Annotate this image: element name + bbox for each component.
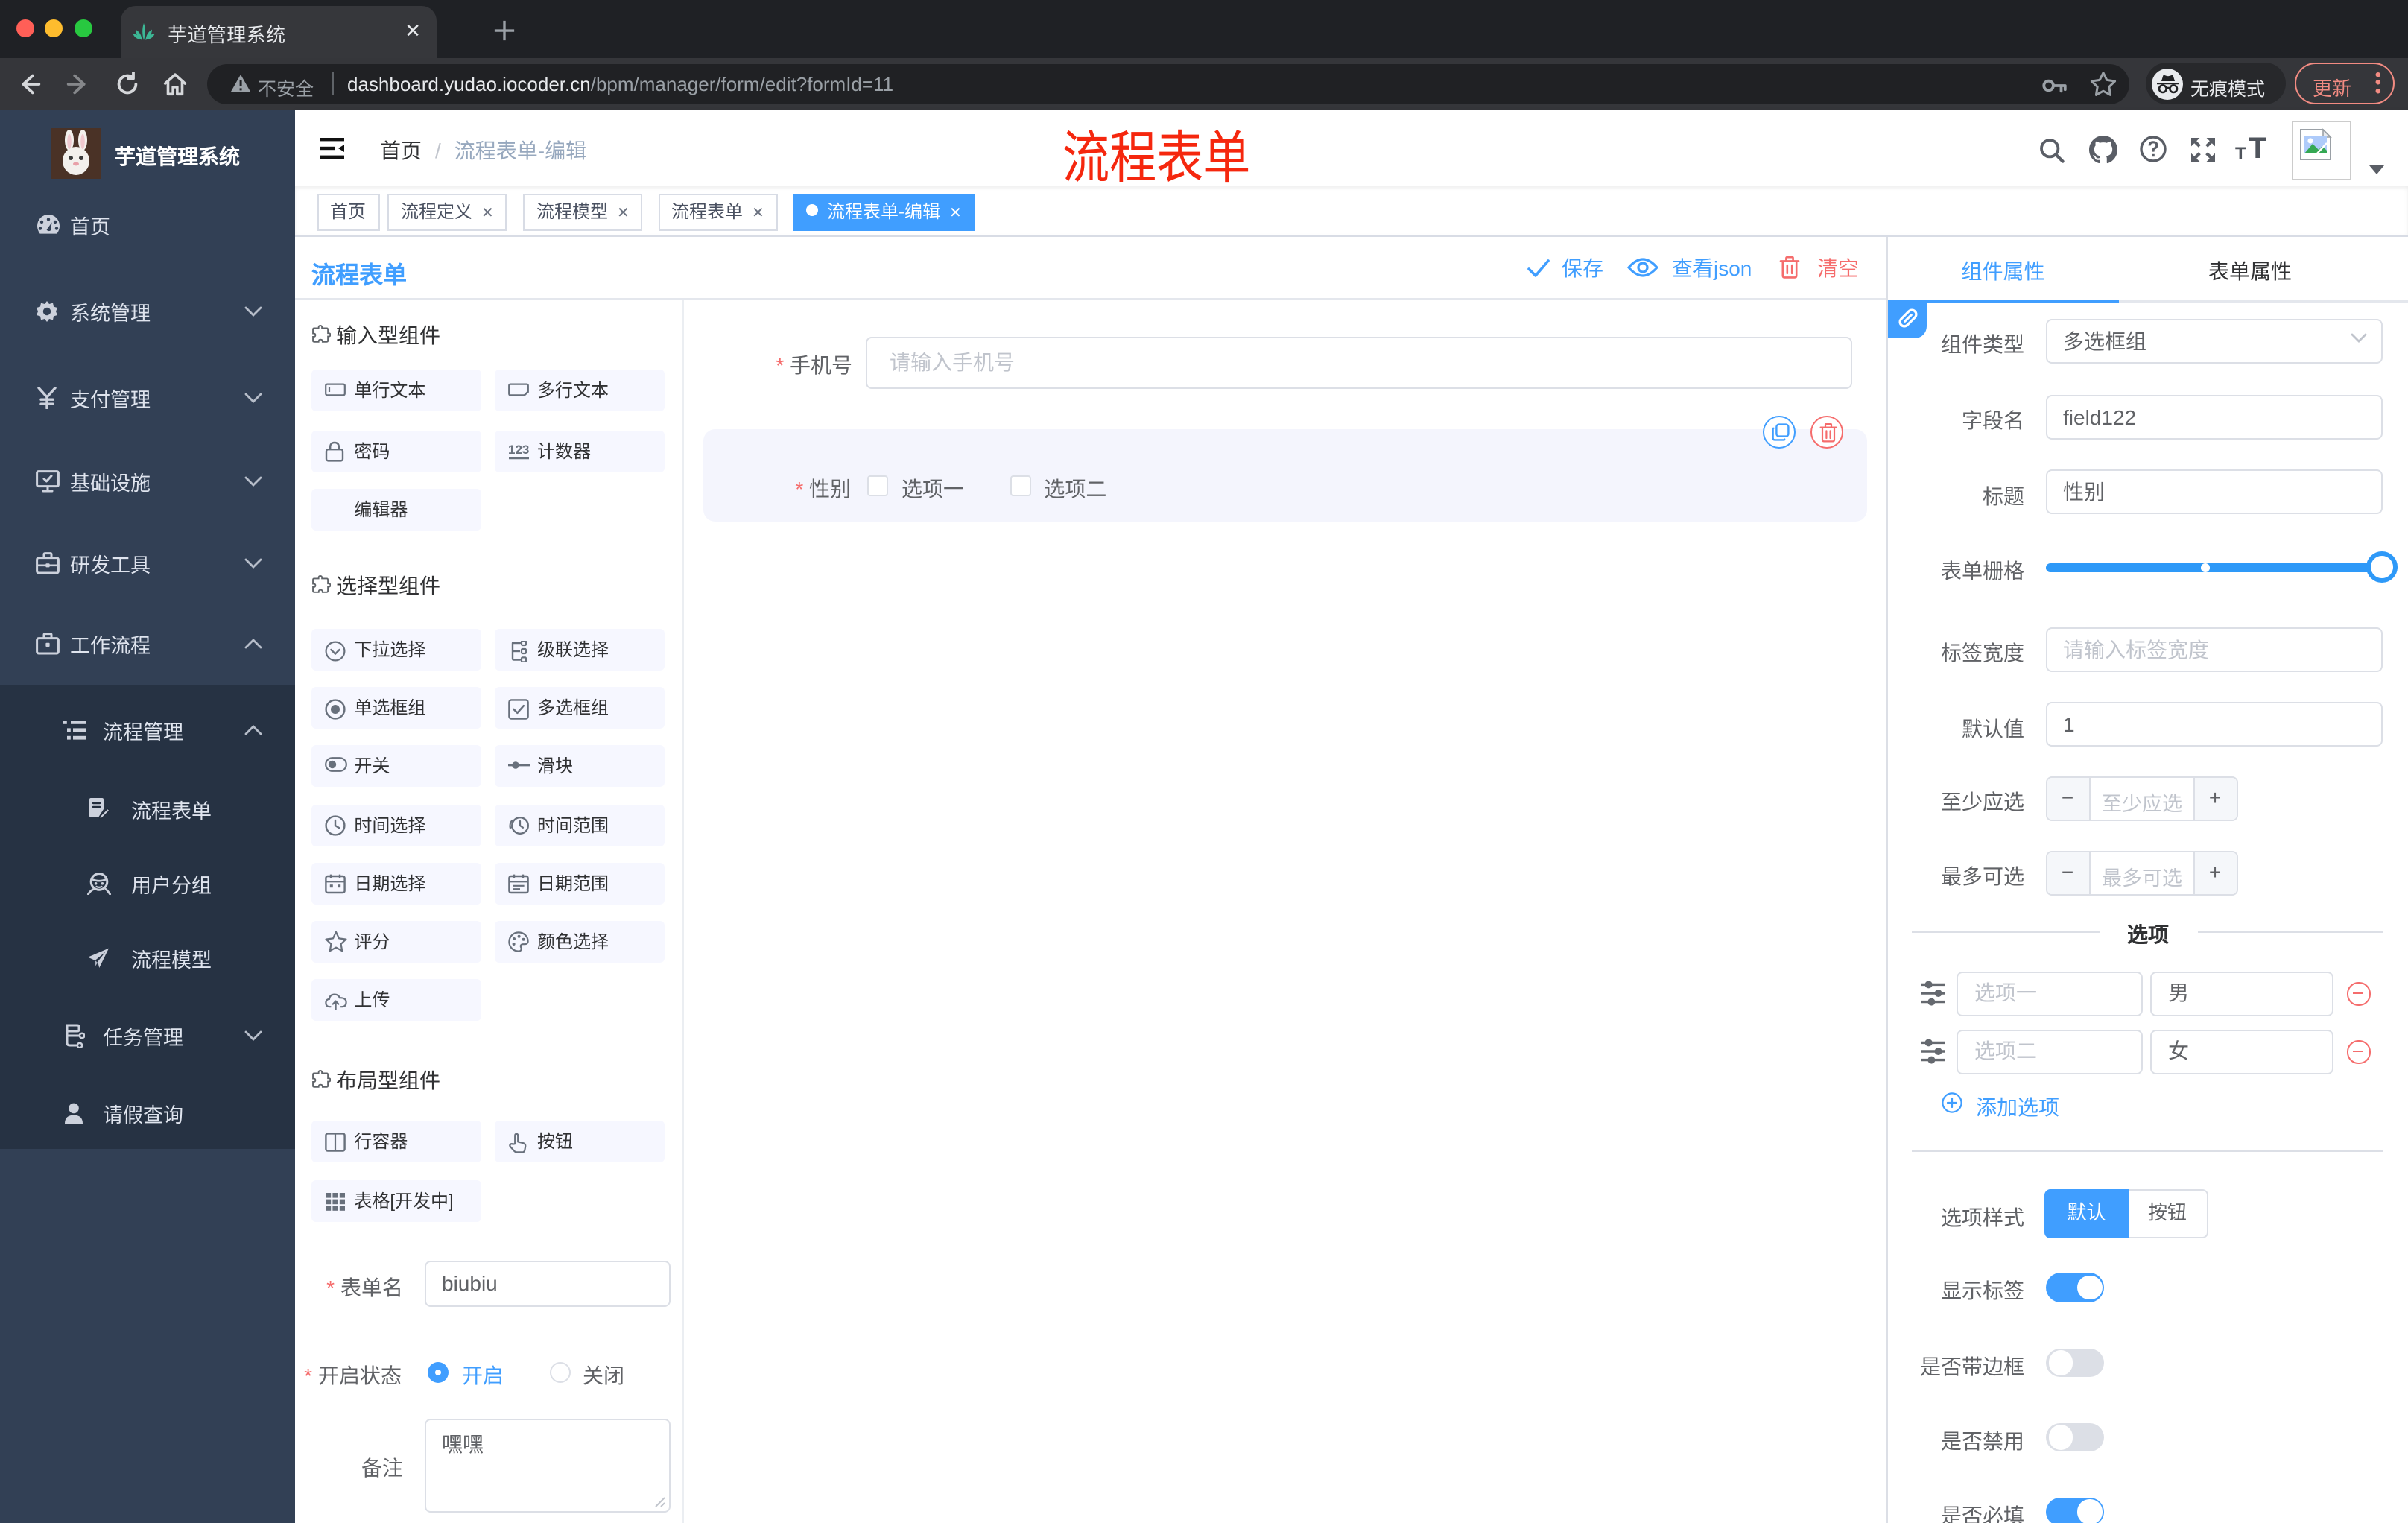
svg-text:123: 123 xyxy=(507,443,528,457)
